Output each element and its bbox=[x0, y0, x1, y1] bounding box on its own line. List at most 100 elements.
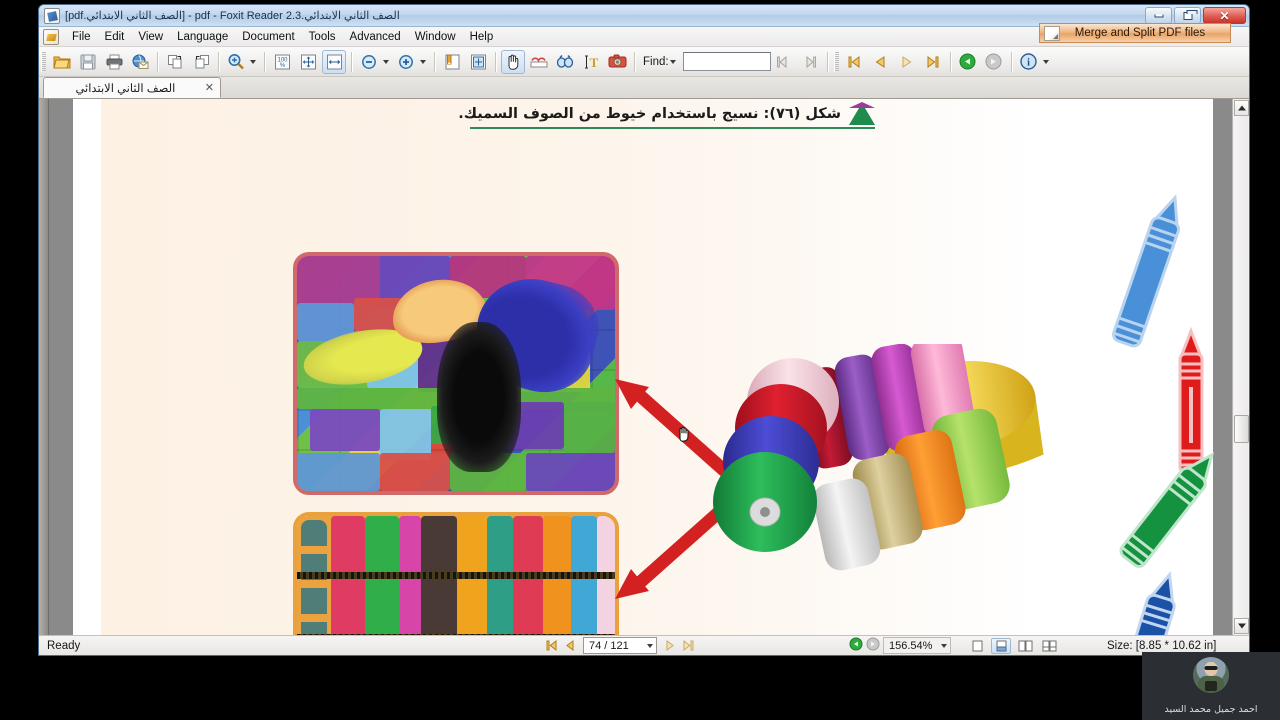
save-icon[interactable] bbox=[76, 50, 100, 74]
last-page-icon[interactable] bbox=[921, 50, 945, 74]
svg-text:%: % bbox=[279, 63, 285, 69]
minimize-button[interactable] bbox=[1145, 7, 1172, 24]
tab-close-icon[interactable]: ✕ bbox=[205, 81, 214, 94]
merge-and-split-button[interactable]: Merge and Split PDF files bbox=[1039, 23, 1231, 43]
toolbar-grip[interactable] bbox=[833, 51, 839, 72]
continuous-layout[interactable] bbox=[991, 637, 1011, 654]
toolbar-separator bbox=[495, 51, 496, 72]
zoom-tool-dropdown-icon[interactable] bbox=[250, 59, 256, 64]
toolbar-separator bbox=[949, 51, 951, 72]
vertical-scrollbar[interactable] bbox=[1232, 99, 1249, 635]
scrollbar-thumb[interactable] bbox=[1234, 415, 1249, 443]
document-viewport: شكل (٧٦): نسيج باستخدام خيوط من الصوف ال… bbox=[39, 99, 1249, 635]
navigation-panel-rail[interactable] bbox=[39, 99, 49, 635]
weave-texture bbox=[297, 256, 615, 491]
rotate-counterclockwise-icon[interactable] bbox=[189, 50, 213, 74]
last-page-icon[interactable] bbox=[680, 638, 696, 654]
scrollbar-track[interactable] bbox=[1234, 116, 1248, 618]
zoom-out-icon[interactable] bbox=[357, 50, 381, 74]
find-label: Find: bbox=[643, 55, 669, 68]
hand-tool-icon[interactable] bbox=[501, 49, 525, 74]
fit-page-icon[interactable] bbox=[296, 50, 320, 74]
go-forward-icon[interactable] bbox=[866, 637, 880, 654]
find-dropdown-icon[interactable] bbox=[669, 59, 676, 64]
zoom-in-icon[interactable] bbox=[394, 50, 418, 74]
avatar-body bbox=[1198, 675, 1224, 693]
go-forward-icon[interactable] bbox=[982, 50, 1006, 74]
info-icon[interactable]: i bbox=[1017, 50, 1041, 74]
fit-width-icon[interactable] bbox=[322, 49, 346, 74]
first-page-icon[interactable] bbox=[843, 50, 867, 74]
go-back-icon[interactable] bbox=[956, 50, 980, 74]
zoom-group: 156.54% bbox=[849, 637, 951, 654]
menu-item-advanced[interactable]: Advanced bbox=[343, 29, 408, 45]
window-controls: ✕ bbox=[1145, 7, 1246, 24]
typewriter-icon[interactable]: T bbox=[579, 50, 603, 74]
zoom-out-dropdown-icon[interactable] bbox=[383, 59, 389, 64]
go-back-icon[interactable] bbox=[849, 637, 863, 654]
tab-strip: الصف الثاني الابتدائي ✕ bbox=[39, 77, 1249, 99]
scroll-down-button[interactable] bbox=[1234, 618, 1249, 634]
toolbar-separator bbox=[351, 51, 352, 72]
previous-page-icon[interactable] bbox=[562, 638, 578, 654]
zoom-in-dropdown-icon[interactable] bbox=[420, 59, 426, 64]
menu-item-window[interactable]: Window bbox=[408, 29, 463, 45]
weave-tile bbox=[525, 453, 615, 491]
open-folder-icon[interactable] bbox=[50, 50, 74, 74]
pan-view-icon[interactable] bbox=[466, 50, 490, 74]
tab-document[interactable]: الصف الثاني الابتدائي ✕ bbox=[43, 77, 221, 98]
page-layout-group bbox=[967, 637, 1059, 654]
page-navigation-group: 74 / 121 bbox=[544, 637, 696, 654]
figure-caption-row: شكل (٧٦): نسيج باستخدام خيوط من الصوف ال… bbox=[445, 102, 875, 125]
page-number-input[interactable]: 74 / 121 bbox=[583, 637, 657, 654]
bookmark-icon[interactable] bbox=[440, 50, 464, 74]
toolbar-grip[interactable] bbox=[41, 51, 46, 72]
foxit-reader-window: الصف الثاني الابتدائي.pdf - Foxit Reader… bbox=[38, 4, 1250, 656]
toolbar-separator bbox=[218, 51, 219, 72]
actual-size-icon[interactable]: 100% bbox=[270, 50, 294, 74]
toolbar-separator bbox=[1010, 51, 1012, 72]
foxit-icon bbox=[44, 7, 60, 24]
single-page-layout[interactable] bbox=[967, 638, 987, 654]
restore-button[interactable] bbox=[1174, 7, 1201, 24]
scroll-up-button[interactable] bbox=[1234, 100, 1249, 116]
page-number-value: 74 / 121 bbox=[589, 639, 629, 652]
first-page-icon[interactable] bbox=[544, 638, 560, 654]
menu-item-view[interactable]: View bbox=[131, 29, 170, 45]
woven-tissue-paper-artwork bbox=[293, 252, 619, 495]
menu-item-tools[interactable]: Tools bbox=[302, 29, 343, 45]
ribbon-rolls-photo bbox=[713, 333, 1103, 594]
zoom-dropdown-icon[interactable] bbox=[941, 643, 947, 648]
find-icon[interactable] bbox=[553, 50, 577, 74]
facing-layout[interactable] bbox=[1015, 638, 1035, 654]
menu-item-help[interactable]: Help bbox=[463, 29, 501, 45]
letterbox-left bbox=[0, 0, 38, 720]
menu-item-file[interactable]: File bbox=[65, 29, 98, 45]
previous-page-icon[interactable] bbox=[869, 50, 893, 74]
next-page-icon[interactable] bbox=[662, 638, 678, 654]
menu-item-edit[interactable]: Edit bbox=[98, 29, 132, 45]
toolbar-separator bbox=[634, 51, 635, 72]
print-icon[interactable] bbox=[102, 50, 126, 74]
continuous-facing-layout[interactable] bbox=[1039, 638, 1059, 654]
email-icon[interactable] bbox=[128, 50, 152, 74]
text-select-icon[interactable] bbox=[527, 50, 551, 74]
find-input[interactable] bbox=[682, 52, 771, 71]
webcam-overlay[interactable]: احمد جميل محمد السيد bbox=[1142, 652, 1280, 720]
find-previous-icon[interactable] bbox=[772, 50, 796, 74]
close-button[interactable]: ✕ bbox=[1203, 7, 1246, 24]
find-next-icon[interactable] bbox=[798, 50, 822, 74]
page-dropdown-icon[interactable] bbox=[647, 643, 653, 648]
next-page-icon[interactable] bbox=[895, 50, 919, 74]
pdf-page: شكل (٧٦): نسيج باستخدام خيوط من الصوف ال… bbox=[73, 99, 1215, 635]
page-area[interactable]: شكل (٧٦): نسيج باستخدام خيوط من الصوف ال… bbox=[49, 99, 1232, 635]
snapshot-icon[interactable] bbox=[605, 50, 629, 74]
letterbox-right bbox=[1250, 0, 1280, 720]
info-dropdown-icon[interactable] bbox=[1042, 59, 1049, 64]
zoom-level-input[interactable]: 156.54% bbox=[883, 637, 951, 654]
menu-item-document[interactable]: Document bbox=[235, 29, 301, 45]
toolbar-separator bbox=[264, 51, 265, 72]
zoom-tool-icon[interactable] bbox=[224, 50, 248, 74]
menu-item-language[interactable]: Language bbox=[170, 29, 235, 45]
rotate-clockwise-icon[interactable] bbox=[163, 50, 187, 74]
